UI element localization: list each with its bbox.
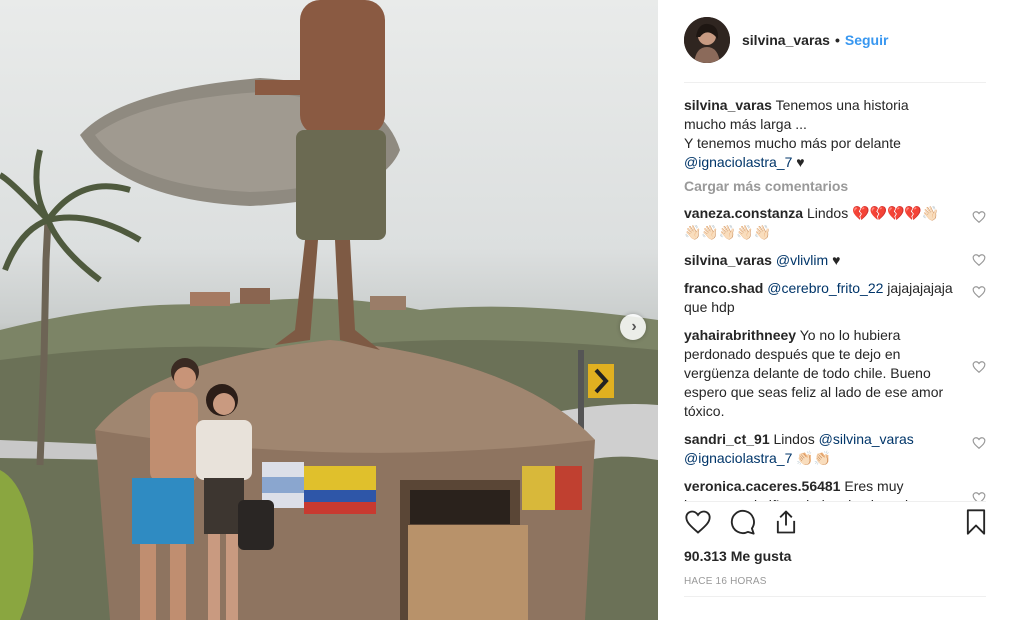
comment-item: yahairabrithneey Yo no lo hubiera perdon… [684,326,986,421]
bottom-divider [684,596,986,597]
post-time: HACE 16 HORAS [684,576,767,587]
comment-username[interactable]: vaneza.constanza [684,205,803,221]
comment-icon[interactable] [728,508,756,536]
comment-item: vaneza.constanza Lindos 💔💔💔💔👋🏻👋🏻👋🏻👋🏻👋🏻👋🏻 [684,204,986,242]
comment-text-2: 👏🏻👏🏻 [792,450,832,466]
post-sidebar: silvina_varas • Seguir silvina_varas Ten… [658,0,1010,620]
chevron-right-icon: › [631,318,637,335]
comment-mention-2[interactable]: @ignaciolastra_7 [684,450,792,466]
comment-item: sandri_ct_91 Lindos @silvina_varas @igna… [684,430,986,468]
comment-like-icon[interactable] [972,253,986,267]
comments-list[interactable]: silvina_varas Tenemos una historia mucho… [684,96,986,501]
caption-mention[interactable]: @ignaciolastra_7 [684,154,792,170]
comment-text: Lindos [769,431,819,447]
comment-mention[interactable]: @silvina_varas [819,431,914,447]
next-photo-button[interactable]: › [620,314,646,340]
follow-button[interactable]: Seguir [845,32,889,48]
comment-username[interactable]: yahairabrithneey [684,327,796,343]
comment-username[interactable]: veronica.caceres.56481 [684,478,840,494]
comment-text: ♥ [828,252,841,268]
header-username[interactable]: silvina_varas [742,32,830,48]
header-divider [684,82,986,83]
avatar-image [684,17,730,63]
bookmark-icon[interactable] [962,508,990,536]
comment-item: franco.shad @cerebro_frito_22 jajajajaja… [684,279,986,317]
post-photo[interactable]: › [0,0,658,620]
comment-like-icon[interactable] [972,210,986,224]
heart-icon[interactable] [684,508,712,536]
comment-like-icon[interactable] [972,491,986,501]
comment-item: veronica.caceres.56481 Eres muy hermosa … [684,477,986,501]
share-icon[interactable] [772,508,800,536]
post-header: silvina_varas • Seguir [684,16,986,64]
post-actions [684,508,990,542]
comment-mention[interactable]: @cerebro_frito_22 [767,280,883,296]
comment-like-icon[interactable] [972,360,986,374]
caption-username[interactable]: silvina_varas [684,97,772,113]
photo-illustration [0,0,658,620]
comment-like-icon[interactable] [972,436,986,450]
caption: silvina_varas Tenemos una historia mucho… [684,96,986,172]
comment-username[interactable]: franco.shad [684,280,763,296]
comment-mention[interactable]: @vlivlim [776,252,828,268]
caption-line2: Y tenemos mucho más por delante [684,135,901,151]
comment-item: silvina_varas @vlivlim ♥ [684,251,986,270]
comment-username[interactable]: sandri_ct_91 [684,431,770,447]
avatar[interactable] [684,17,730,63]
likes-count[interactable]: 90.313 Me gusta [684,548,791,564]
actions-divider [684,501,986,502]
comment-like-icon[interactable] [972,285,986,299]
caption-suffix: ♥ [792,154,805,170]
header-separator: • [834,32,840,48]
load-more-comments-button[interactable]: Cargar más comentarios [684,178,986,194]
comment-username[interactable]: silvina_varas [684,252,772,268]
